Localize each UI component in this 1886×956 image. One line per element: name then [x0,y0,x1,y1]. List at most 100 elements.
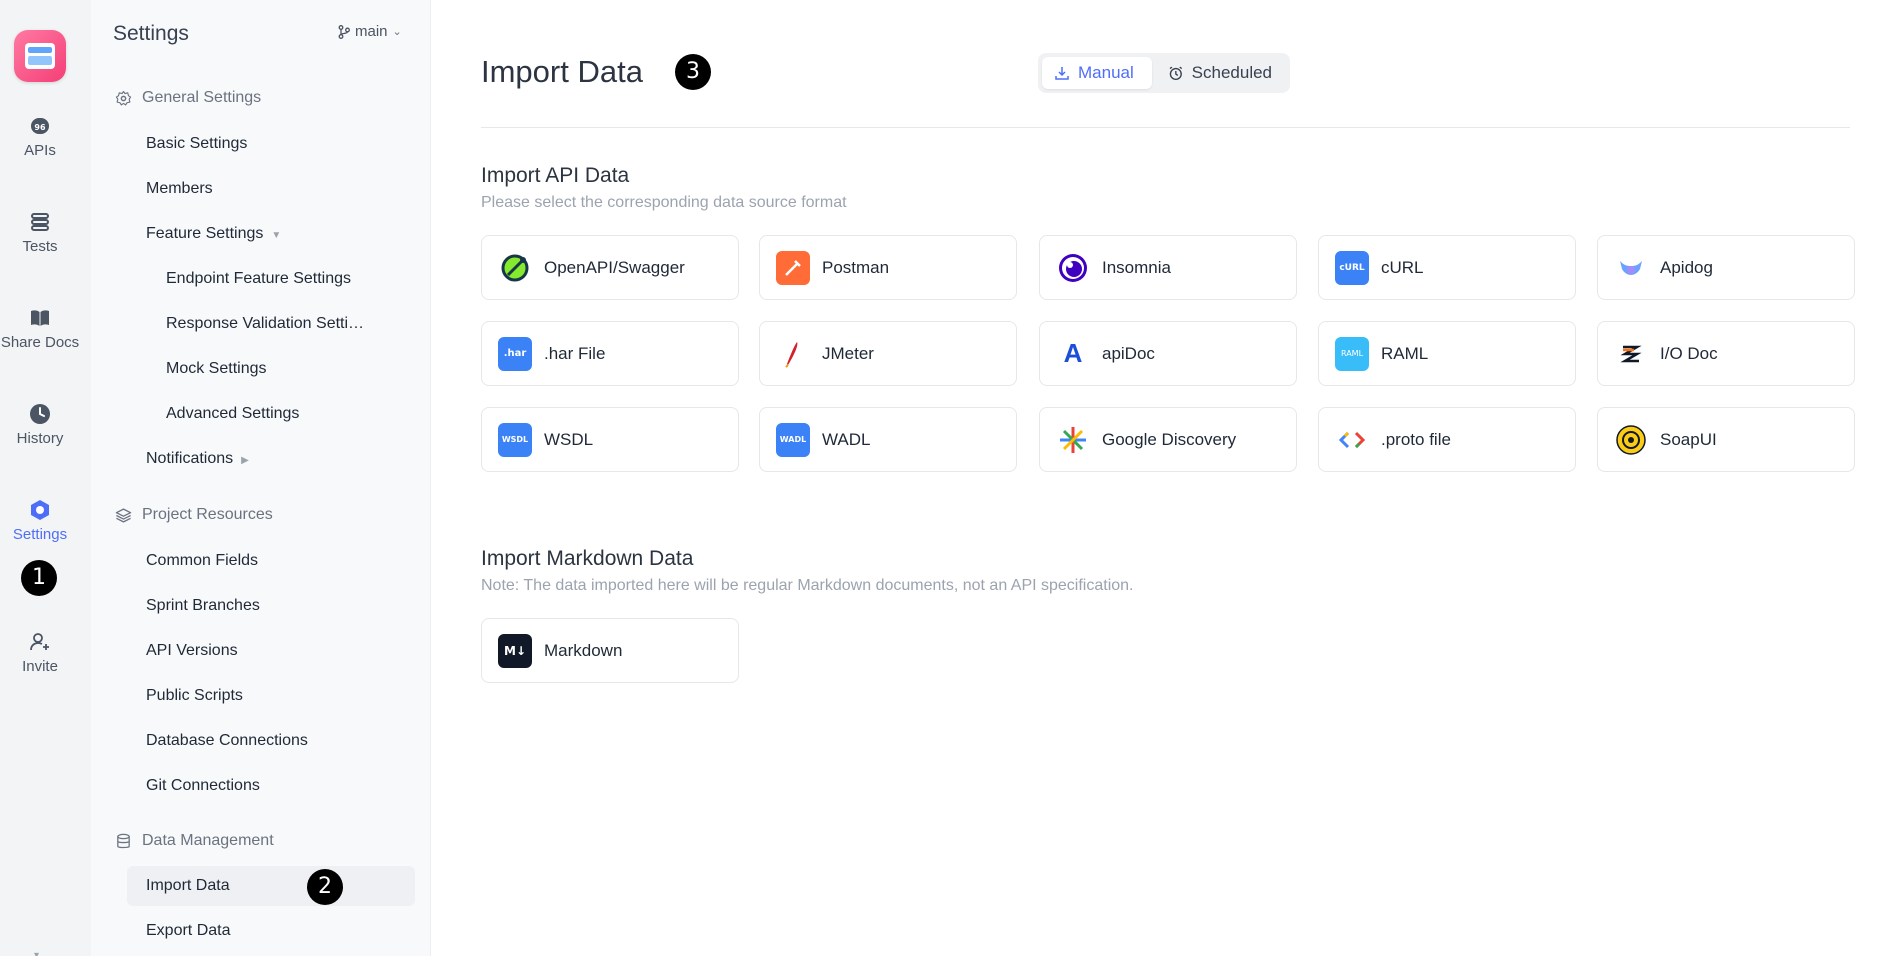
nav-label: Notifications [146,450,234,467]
tab-label: Scheduled [1191,63,1272,82]
soapui-icon [1614,423,1648,457]
branch-selector[interactable]: main ⌄ [338,23,402,40]
section-subtitle-api: Please select the corresponding data sou… [481,194,847,211]
nav-export-data[interactable]: Export Data [146,922,230,940]
app-logo[interactable] [14,30,66,82]
proto-icon [1335,423,1369,457]
card-label: cURL [1381,257,1424,277]
section-subtitle-markdown: Note: The data imported here will be reg… [481,577,1134,594]
tab-label: Manual [1078,63,1134,82]
import-card-wsdl[interactable]: WSDL WSDL [481,407,739,472]
import-card-apidog[interactable]: Apidog [1597,235,1855,300]
import-card-postman[interactable]: Postman [759,235,1017,300]
iodoc-icon [1614,337,1648,371]
rail-label: APIs [24,142,56,159]
curl-icon: cURL [1335,250,1369,285]
card-label: I/O Doc [1660,343,1718,363]
rail-label: Share Docs [0,334,80,351]
layers-icon [115,507,132,523]
nav-public-scripts[interactable]: Public Scripts [146,687,243,705]
import-card-curl[interactable]: cURL cURL [1318,235,1576,300]
nav-common-fields[interactable]: Common Fields [146,552,258,570]
har-icon: .har [498,336,532,371]
rail-label: History [16,430,64,447]
nav-endpoint-feature-settings[interactable]: Endpoint Feature Settings [166,270,351,288]
google-discovery-icon [1056,423,1090,457]
tab-scheduled[interactable]: Scheduled [1156,57,1284,89]
rail-item-apis[interactable]: 96 APIs [0,114,80,159]
rail-item-tests[interactable]: Tests [0,210,80,255]
import-card-insomnia[interactable]: Insomnia [1039,235,1297,300]
clock-icon [30,404,50,424]
swagger-icon [498,251,532,285]
card-label: SoapUI [1660,429,1717,449]
group-label: Data Management [142,832,274,849]
import-card-markdown[interactable]: M↓ Markdown [481,618,739,683]
rail-item-invite[interactable]: Invite [0,630,80,675]
nav-advanced-settings[interactable]: Advanced Settings [166,405,299,423]
nav-database-connections[interactable]: Database Connections [146,732,308,750]
annotation-badge-3: 3 [675,54,711,90]
card-label: WADL [822,429,871,449]
wsdl-icon: WSDL [498,422,532,457]
nav-git-connections[interactable]: Git Connections [146,777,260,795]
api-icon: 96 [31,118,49,134]
card-label: OpenAPI/Swagger [544,257,685,277]
import-card-google-discovery[interactable]: Google Discovery [1039,407,1297,472]
nav-basic-settings[interactable]: Basic Settings [146,135,247,153]
card-label: WSDL [544,429,594,449]
rail-label: Tests [22,238,58,255]
card-label: apiDoc [1102,343,1155,363]
annotation-badge-1: 1 [21,560,57,596]
database-icon [117,833,130,848]
book-icon [31,310,49,326]
markdown-icon: M↓ [498,633,532,668]
nav-mock-settings[interactable]: Mock Settings [166,360,266,378]
group-general-settings: General Settings [115,89,261,107]
tab-manual[interactable]: Manual [1042,57,1152,89]
import-icon [1055,67,1069,80]
wadl-icon: WADL [776,422,810,457]
nav-members[interactable]: Members [146,180,213,198]
import-card-openapi[interactable]: OpenAPI/Swagger [481,235,739,300]
card-label: Insomnia [1102,257,1171,277]
apidoc-icon: A [1063,338,1083,368]
import-card-apidoc[interactable]: A apiDoc [1039,321,1297,386]
page-title: Import Data [481,54,643,89]
apidog-icon [1614,251,1648,285]
import-card-proto[interactable]: .proto file [1318,407,1576,472]
tests-icon [31,213,49,231]
import-card-raml[interactable]: RAML RAML [1318,321,1576,386]
import-card-jmeter[interactable]: JMeter [759,321,1017,386]
rail-item-settings[interactable]: Settings [0,498,80,543]
branch-name: main [355,23,388,40]
nav-feature-settings[interactable]: Feature Settings ▼ [146,225,281,243]
nav-api-versions[interactable]: API Versions [146,642,238,660]
nav-response-validation-settings[interactable]: Response Validation Setti… [166,315,364,333]
settings-panel: Settings main ⌄ General Settings Basic S… [91,0,431,956]
rail-item-share-docs[interactable]: Share Docs [0,306,80,351]
chevron-down-icon[interactable]: ▾ [34,950,46,956]
import-card-soapui[interactable]: SoapUI [1597,407,1855,472]
caret-right-icon: ▶ [241,455,249,466]
mode-toggle: Manual Scheduled [1038,53,1290,93]
nav-notifications[interactable]: Notifications ▶ [146,450,249,468]
branch-icon [338,24,350,39]
nav-sprint-branches[interactable]: Sprint Branches [146,597,260,615]
postman-icon [776,250,810,285]
group-data-management: Data Management [115,832,274,850]
card-label: Apidog [1660,257,1713,277]
nav-import-data[interactable]: Import Data [146,877,230,895]
caret-down-icon: ▼ [271,230,282,241]
card-label: .proto file [1381,429,1451,449]
jmeter-icon [776,337,810,371]
import-card-har[interactable]: .har .har File [481,321,739,386]
import-card-wadl[interactable]: WADL WADL [759,407,1017,472]
rail-item-history[interactable]: History [0,402,80,447]
rail-label: Invite [22,658,58,675]
import-card-iodoc[interactable]: I/O Doc [1597,321,1855,386]
alarm-clock-icon [1169,66,1183,81]
chevron-down-icon: ⌄ [392,26,402,38]
insomnia-icon [1056,251,1090,285]
user-plus-icon [30,633,49,651]
